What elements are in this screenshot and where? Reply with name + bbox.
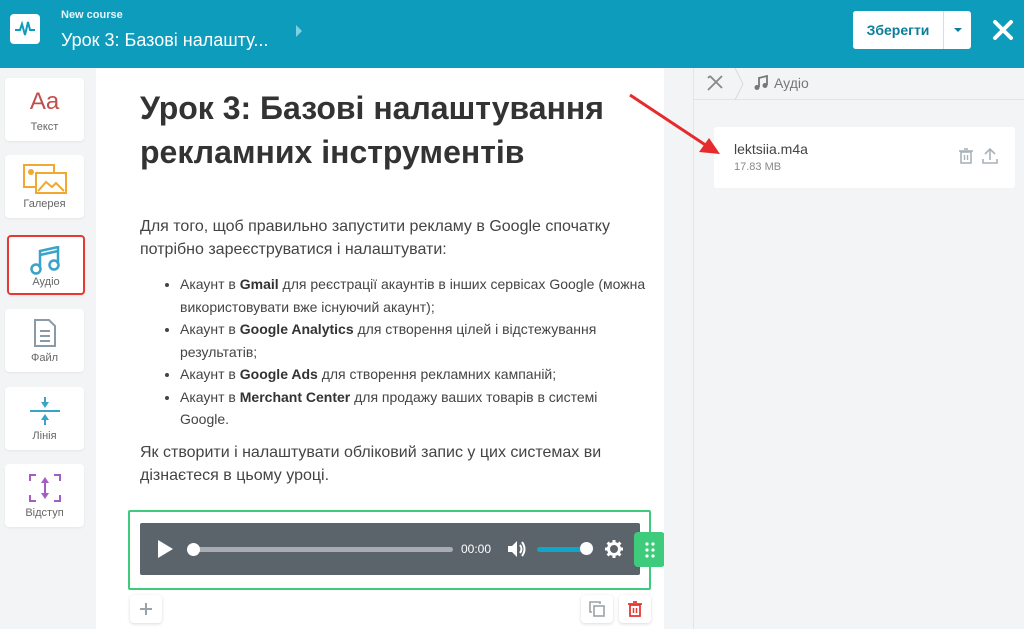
breadcrumb: Аудіо bbox=[694, 68, 1024, 100]
plus-icon bbox=[140, 603, 152, 615]
lesson-editor: Урок 3: Базові налаштування рекламних ін… bbox=[96, 68, 664, 629]
block-toolbar: Aa Текст Галерея Аудіо Файл Лінія Відсту… bbox=[0, 68, 95, 629]
audio-file-card: lektsiia.m4a 17.83 MB bbox=[714, 127, 1015, 188]
trash-icon[interactable] bbox=[959, 148, 973, 164]
copy-icon bbox=[589, 601, 605, 617]
gallery-icon bbox=[5, 163, 84, 195]
tool-line[interactable]: Лінія bbox=[5, 387, 84, 450]
tool-audio[interactable]: Аудіо bbox=[7, 235, 85, 295]
file-icon bbox=[5, 317, 84, 349]
spacing-icon bbox=[5, 472, 84, 504]
breadcrumb-audio[interactable]: Аудіо bbox=[774, 75, 809, 91]
duplicate-block-button[interactable] bbox=[581, 595, 613, 623]
lesson-title[interactable]: Урок 3: Базові налашту... bbox=[61, 30, 268, 51]
delete-block-button[interactable] bbox=[619, 595, 651, 623]
drag-handle[interactable] bbox=[634, 532, 664, 567]
add-block-button[interactable] bbox=[130, 595, 162, 623]
tool-label: Текст bbox=[30, 121, 59, 133]
course-label: New course bbox=[61, 9, 123, 21]
list-item: Акаунт в Gmail для реєстрації акаунтів в… bbox=[180, 273, 650, 318]
chevron-right-icon[interactable] bbox=[294, 23, 304, 39]
save-button-group: Зберегти bbox=[853, 11, 971, 49]
text-aa-icon: Aa bbox=[29, 88, 60, 115]
drag-dots-icon bbox=[644, 541, 655, 558]
breadcrumb-separator bbox=[734, 68, 744, 100]
top-bar: New course Урок 3: Базові налашту... Збе… bbox=[0, 0, 1024, 68]
lesson-heading[interactable]: Урок 3: Базові налаштування рекламних ін… bbox=[140, 86, 640, 174]
gear-icon[interactable] bbox=[605, 540, 623, 558]
file-name: lektsiia.m4a bbox=[734, 141, 808, 157]
tool-label: Файл bbox=[30, 352, 59, 364]
play-icon[interactable] bbox=[157, 540, 173, 558]
volume-knob[interactable] bbox=[580, 542, 593, 555]
save-dropdown-button[interactable] bbox=[943, 11, 971, 49]
file-size: 17.83 MB bbox=[734, 161, 782, 173]
tool-label: Лінія bbox=[32, 430, 57, 442]
music-note-icon bbox=[754, 75, 768, 90]
tool-file[interactable]: Файл bbox=[5, 309, 84, 372]
outro-paragraph[interactable]: Як створити і налаштувати обліковий запи… bbox=[140, 441, 650, 487]
current-time: 00:00 bbox=[461, 542, 492, 556]
intro-paragraph[interactable]: Для того, щоб правильно запустити реклам… bbox=[140, 215, 650, 261]
tool-spacing[interactable]: Відступ bbox=[5, 464, 84, 527]
chevron-down-icon bbox=[953, 28, 962, 32]
save-button[interactable]: Зберегти bbox=[853, 11, 943, 49]
audio-player: 00:00 bbox=[140, 523, 640, 575]
annotation-arrow bbox=[629, 93, 720, 154]
volume-icon[interactable] bbox=[507, 540, 527, 558]
tool-label: Аудіо bbox=[32, 276, 60, 288]
requirements-list[interactable]: Акаунт в Gmail для реєстрації акаунтів в… bbox=[180, 273, 650, 431]
line-icon bbox=[5, 395, 84, 427]
seek-bar[interactable] bbox=[187, 543, 453, 556]
settings-panel: Аудіо lektsiia.m4a 17.83 MB bbox=[693, 68, 1024, 629]
list-item: Акаунт в Google Ads для створення реклам… bbox=[180, 363, 650, 386]
list-item: Акаунт в Merchant Center для продажу ваш… bbox=[180, 386, 650, 431]
tool-text[interactable]: Aa Текст bbox=[5, 78, 84, 141]
music-note-icon bbox=[9, 245, 83, 277]
audio-block[interactable]: 00:00 bbox=[128, 510, 651, 590]
logo-icon[interactable] bbox=[10, 14, 40, 44]
upload-icon[interactable] bbox=[982, 147, 998, 165]
tool-label: Галерея bbox=[23, 198, 66, 210]
close-icon[interactable] bbox=[991, 18, 1015, 42]
tool-gallery[interactable]: Галерея bbox=[5, 155, 84, 218]
trash-icon bbox=[628, 601, 642, 617]
tool-label: Відступ bbox=[25, 507, 64, 519]
seek-knob[interactable] bbox=[187, 543, 200, 556]
list-item: Акаунт в Google Analytics для створення … bbox=[180, 318, 650, 363]
